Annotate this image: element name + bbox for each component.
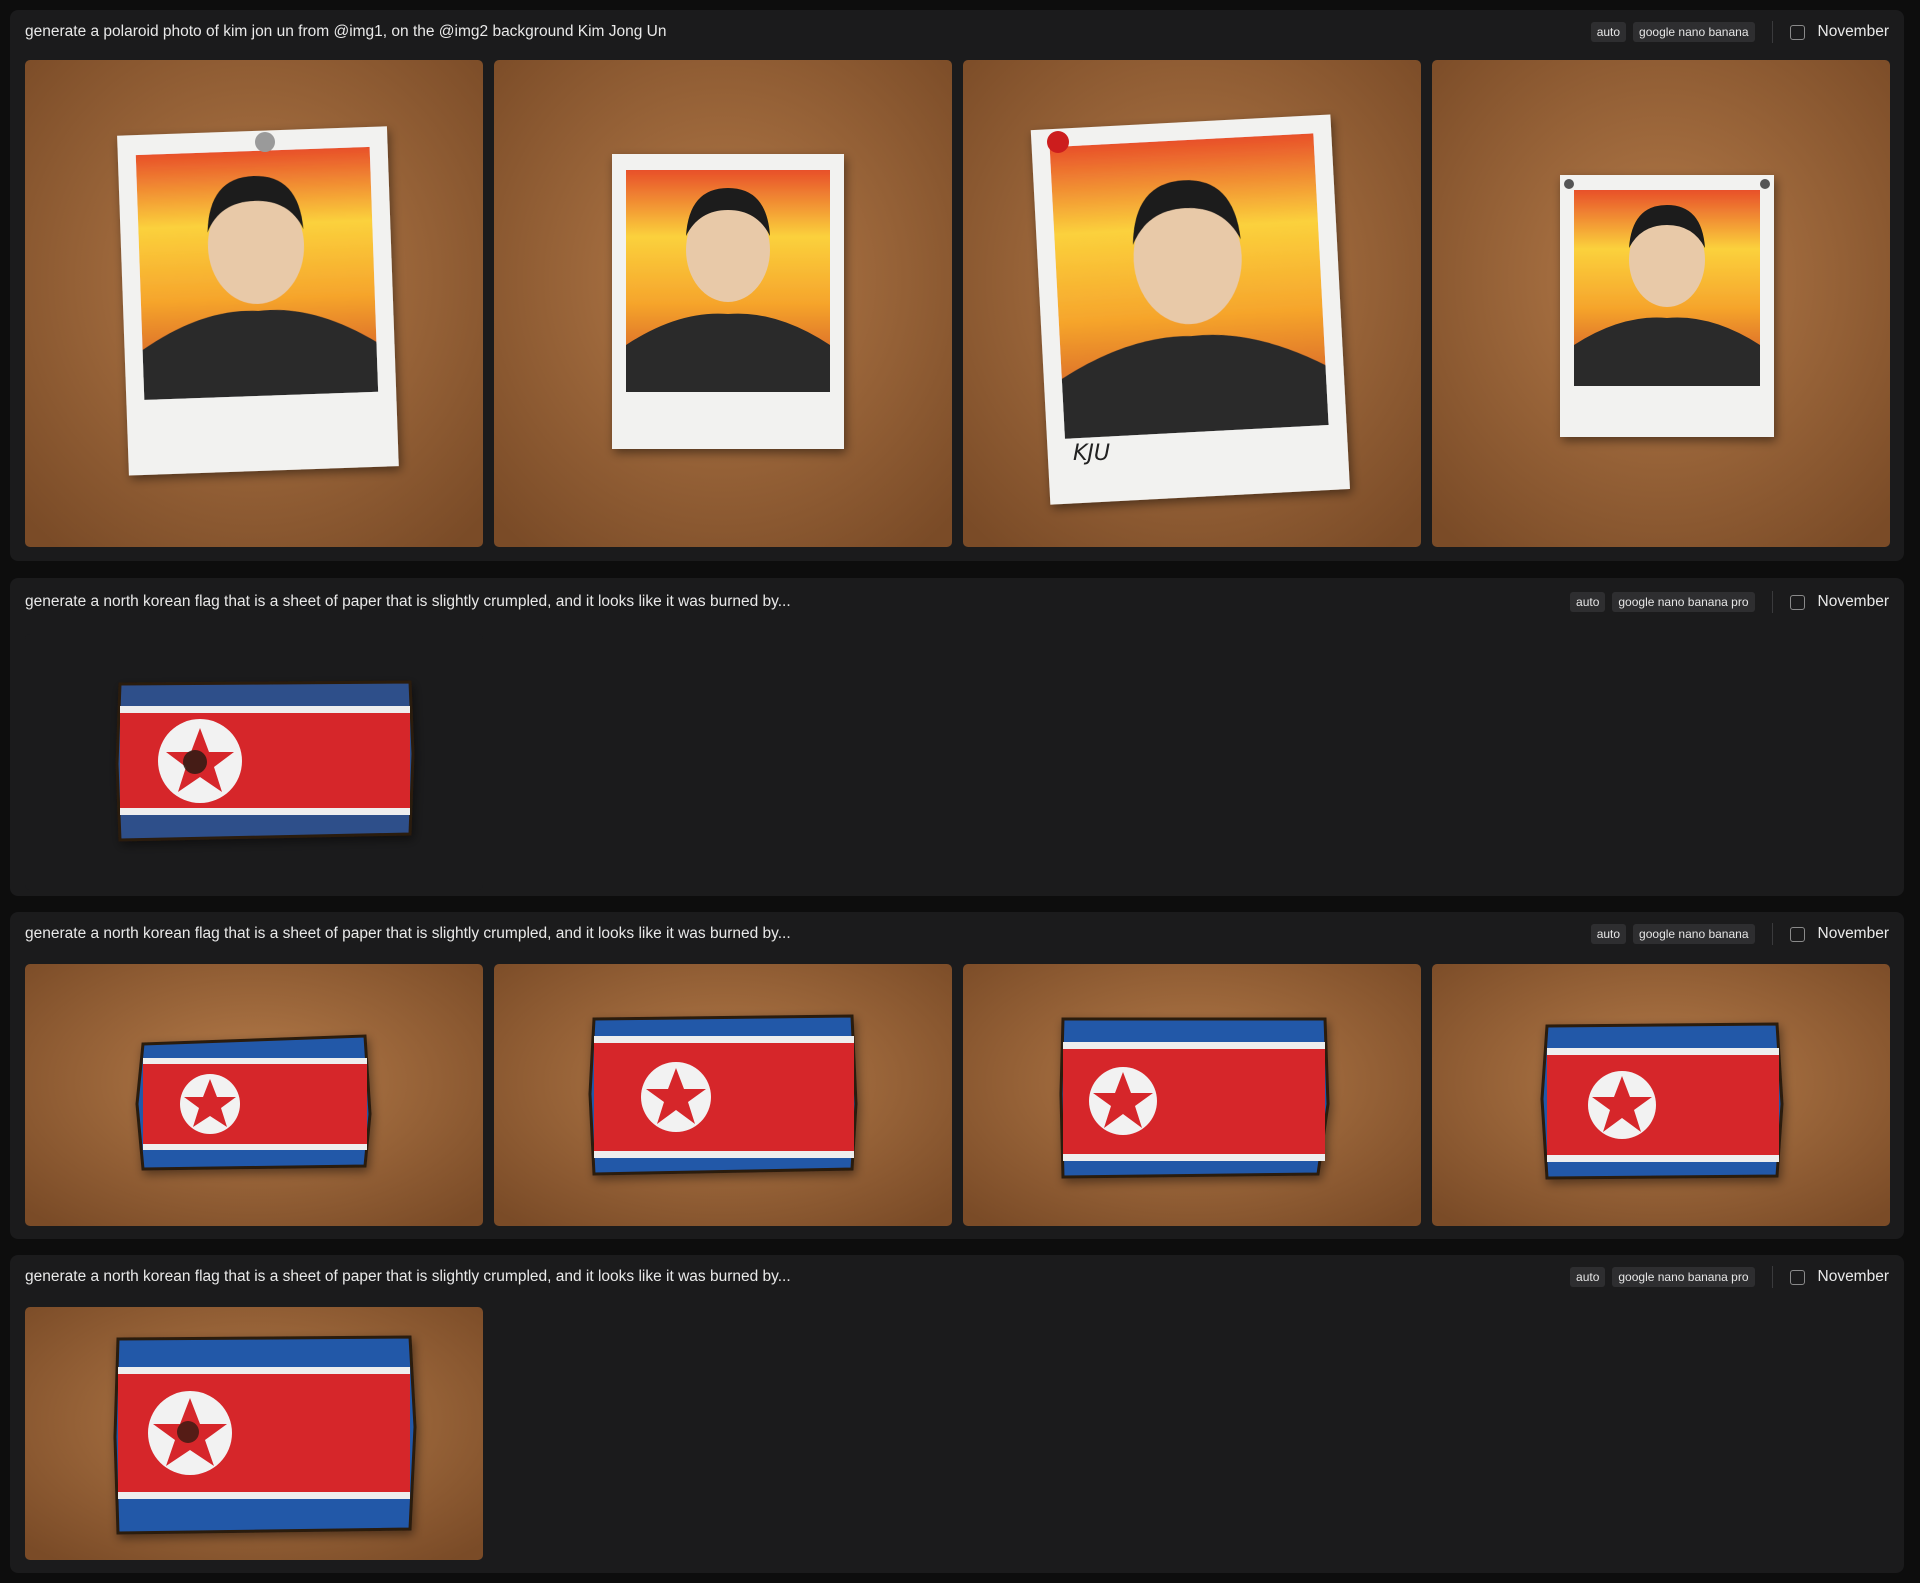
select-checkbox[interactable]: [1789, 1269, 1805, 1285]
image-thumbnail[interactable]: [963, 964, 1421, 1226]
burned-flag-image: [25, 964, 483, 1226]
pushpin-icon: [255, 132, 275, 152]
generation-meta: auto google nano banana pro November: [1570, 591, 1889, 613]
burned-flag-image: [1432, 964, 1890, 1226]
divider: [1771, 591, 1773, 613]
model-chip[interactable]: google nano banana: [1633, 22, 1755, 42]
burned-flag-image: [963, 964, 1421, 1226]
burned-flag-image: [25, 1307, 483, 1560]
model-chip[interactable]: google nano banana pro: [1612, 592, 1755, 612]
divider: [1771, 1266, 1773, 1288]
generation-card-3: generate a north korean flag that is a s…: [10, 912, 1904, 1239]
generation-meta: auto google nano banana November: [1590, 21, 1890, 43]
aspect-chip[interactable]: auto: [1570, 1267, 1606, 1287]
red-pushpin-icon: [1047, 131, 1069, 153]
image-thumbnail[interactable]: KJU: [963, 60, 1421, 547]
select-checkbox[interactable]: [1789, 926, 1805, 942]
model-chip[interactable]: google nano banana pro: [1612, 1267, 1755, 1287]
generation-header: generate a north korean flag that is a s…: [25, 1255, 1889, 1299]
aspect-chip[interactable]: auto: [1570, 592, 1606, 612]
polaroid-image: [1432, 60, 1890, 547]
image-thumbnail[interactable]: [1432, 60, 1890, 547]
generation-card-4: generate a north korean flag that is a s…: [10, 1255, 1904, 1573]
generation-header: generate a north korean flag that is a s…: [25, 578, 1889, 626]
generation-card-1: generate a polaroid photo of kim jon un …: [10, 10, 1904, 561]
image-thumbnail[interactable]: [494, 60, 952, 547]
generation-meta: auto google nano banana November: [1590, 923, 1890, 945]
month-label: November: [1817, 1268, 1890, 1285]
select-checkbox[interactable]: [1789, 594, 1805, 610]
month-label: November: [1817, 925, 1890, 942]
divider: [1771, 21, 1773, 43]
generation-header: generate a north korean flag that is a s…: [25, 912, 1889, 956]
aspect-chip[interactable]: auto: [1590, 924, 1627, 944]
aspect-chip[interactable]: auto: [1590, 22, 1627, 42]
divider: [1771, 923, 1773, 945]
image-thumbnail[interactable]: [494, 964, 952, 1226]
prompt-text[interactable]: generate a north korean flag that is a s…: [25, 593, 1570, 611]
image-thumbnail[interactable]: [25, 1307, 483, 1560]
prompt-text[interactable]: generate a north korean flag that is a s…: [25, 925, 1591, 943]
polaroid-image: [25, 60, 483, 547]
polaroid-caption: KJU: [1073, 441, 1110, 466]
select-checkbox[interactable]: [1789, 24, 1805, 40]
prompt-text[interactable]: generate a north korean flag that is a s…: [25, 1268, 1570, 1286]
model-chip[interactable]: google nano banana: [1633, 924, 1755, 944]
polaroid-image: KJU: [963, 60, 1421, 547]
generation-meta: auto google nano banana pro November: [1570, 1266, 1889, 1288]
month-label: November: [1817, 23, 1890, 40]
generation-card-2: generate a north korean flag that is a s…: [10, 578, 1904, 896]
polaroid-image: [494, 60, 952, 547]
image-thumbnail[interactable]: [1432, 964, 1890, 1226]
generation-header: generate a polaroid photo of kim jon un …: [25, 10, 1889, 54]
prompt-text[interactable]: generate a polaroid photo of kim jon un …: [25, 23, 1591, 41]
image-thumbnail[interactable]: [25, 634, 483, 890]
month-label: November: [1817, 593, 1890, 610]
image-thumbnail[interactable]: [25, 964, 483, 1226]
burned-flag-image: [494, 964, 952, 1226]
image-thumbnail[interactable]: [25, 60, 483, 547]
burned-flag-image: [25, 634, 483, 890]
